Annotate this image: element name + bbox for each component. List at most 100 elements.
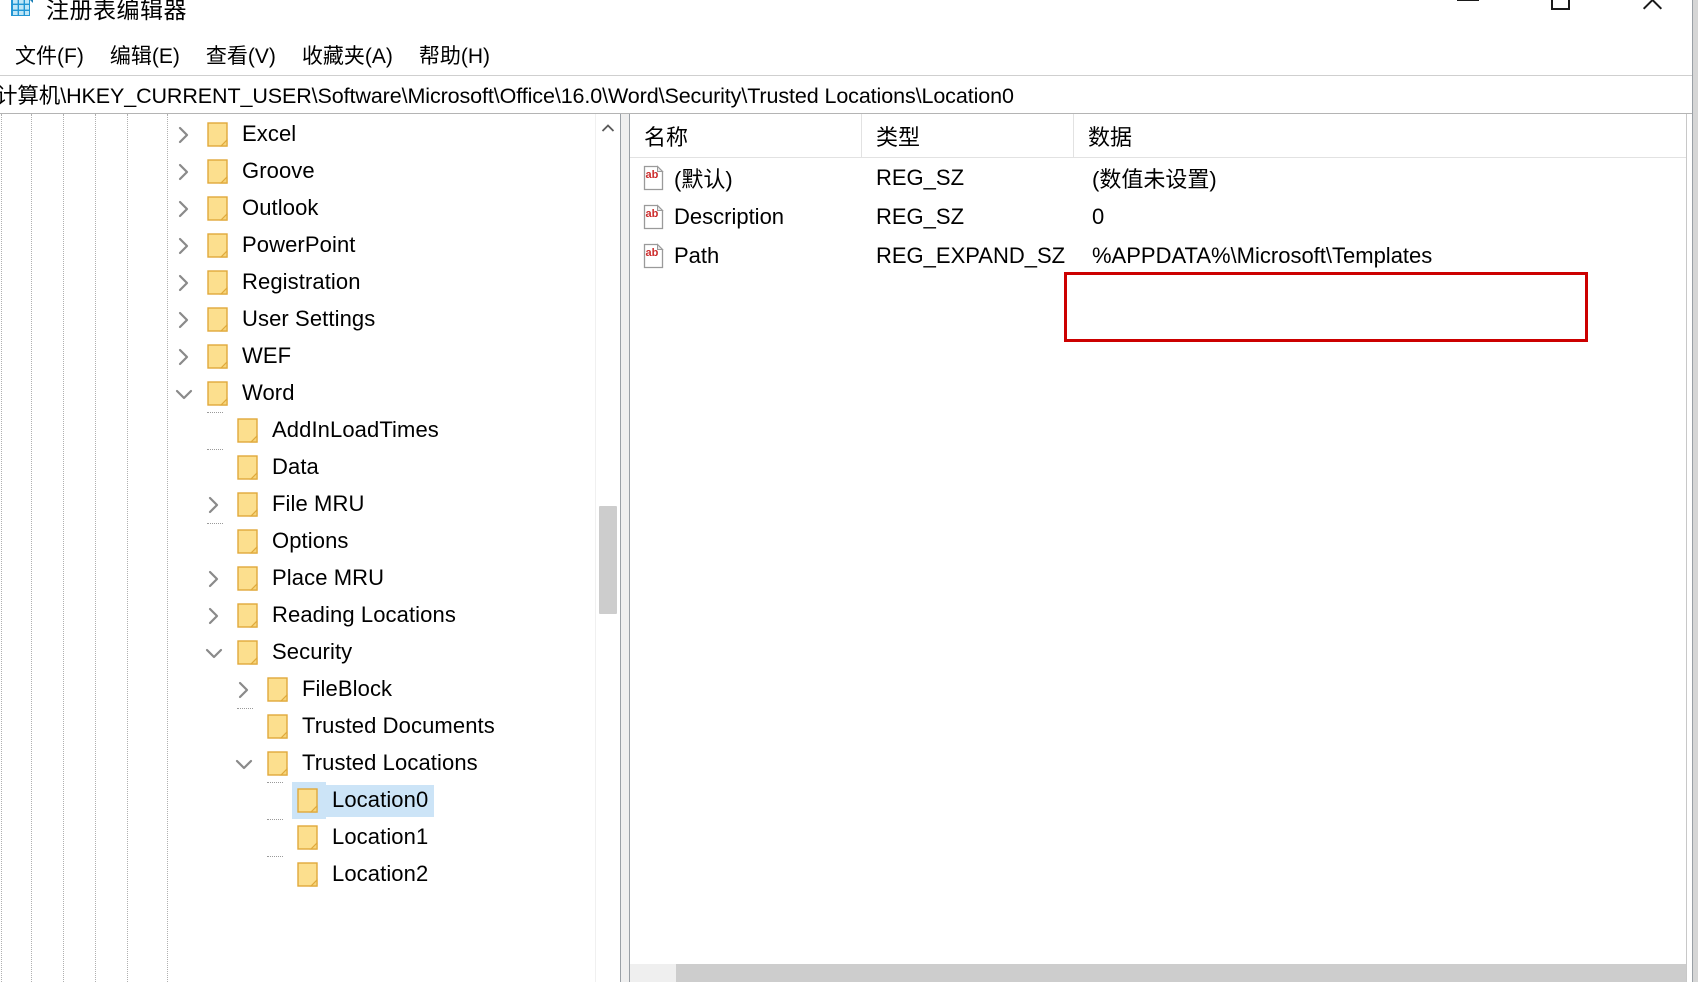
tree-item-wef[interactable]: WEF <box>0 338 595 375</box>
tree-scrollbar-thumb[interactable] <box>599 506 617 614</box>
value-data: %APPDATA%\Microsoft\Templates <box>1092 242 1433 268</box>
minimize-button[interactable] <box>1422 0 1514 28</box>
values-vertical-scrollbar[interactable] <box>1686 114 1698 982</box>
tree-item-data[interactable]: Data <box>0 449 595 486</box>
chevron-down-icon[interactable] <box>228 745 262 782</box>
tree-item-trusted-locations[interactable]: Trusted Locations <box>0 745 595 782</box>
chevron-right-icon[interactable] <box>168 264 202 301</box>
chevron-right-icon[interactable] <box>198 597 232 634</box>
values-horizontal-scrollbar[interactable] <box>630 964 1698 982</box>
tree-guide-stub <box>267 819 283 820</box>
tree-item-label: Security <box>272 638 353 664</box>
scroll-up-button[interactable] <box>596 114 619 142</box>
chevron-right-icon[interactable] <box>198 486 232 523</box>
values-hscrollbar-thumb[interactable] <box>676 964 1698 982</box>
chevron-right-icon[interactable] <box>168 190 202 227</box>
tree-item-excel[interactable]: Excel <box>0 116 595 153</box>
registry-editor-window: 注册表编辑器 文件(F) 编辑(E) 查看(V) 收藏夹(A) 帮助(H) 计算… <box>0 0 1698 982</box>
chevron-right-icon[interactable] <box>168 301 202 338</box>
title-bar: 注册表编辑器 <box>0 0 1698 36</box>
maximize-icon <box>1550 0 1570 10</box>
tree-guide-stub <box>207 412 223 413</box>
menu-favorites[interactable]: 收藏夹(A) <box>289 37 406 75</box>
folder-icon <box>262 745 296 782</box>
tree-item-label: Location2 <box>332 860 429 886</box>
value-row[interactable]: ab Path REG_EXPAND_SZ %APPDATA%\Microsoft\T… <box>630 236 1698 275</box>
minimize-icon <box>1457 0 1479 1</box>
folder-icon <box>202 338 236 375</box>
tree-item-user-settings[interactable]: User Settings <box>0 301 595 338</box>
tree-item-location1[interactable]: Location1 <box>0 819 595 856</box>
pane-splitter[interactable] <box>620 114 630 982</box>
tree-leaf-connector <box>198 412 232 449</box>
tree-item-location0[interactable]: Location0 <box>0 782 595 819</box>
values-list: ab (默认) REG_SZ (数值未设置) ab Description REG_SZ 0 a… <box>630 158 1698 964</box>
tree-item-security[interactable]: Security <box>0 634 595 671</box>
registry-tree: Excel Groove Outlook PowerPoint Registration… <box>0 114 595 893</box>
tree-item-registration[interactable]: Registration <box>0 264 595 301</box>
value-row[interactable]: ab Description REG_SZ 0 <box>630 197 1698 236</box>
chevron-right-icon[interactable] <box>168 227 202 264</box>
tree-scroll-area: Excel Groove Outlook PowerPoint Registration… <box>0 114 595 982</box>
chevron-down-icon[interactable] <box>168 375 202 412</box>
tree-item-label: Registration <box>242 268 361 294</box>
svg-text:ab: ab <box>646 208 659 220</box>
tree-item-label: Groove <box>242 157 315 183</box>
value-row[interactable]: ab (默认) REG_SZ (数值未设置) <box>630 158 1698 197</box>
folder-icon <box>232 523 266 560</box>
svg-text:ab: ab <box>646 169 659 181</box>
value-type: REG_SZ <box>876 164 965 190</box>
chevron-right-icon[interactable] <box>168 153 202 190</box>
value-data: (数值未设置) <box>1092 166 1217 192</box>
folder-icon <box>232 634 266 671</box>
chevron-right-icon[interactable] <box>228 671 262 708</box>
tree-item-outlook[interactable]: Outlook <box>0 190 595 227</box>
tree-item-options[interactable]: Options <box>0 523 595 560</box>
folder-icon <box>292 819 326 856</box>
menu-help[interactable]: 帮助(H) <box>406 37 503 75</box>
maximize-button[interactable] <box>1514 0 1606 28</box>
menu-edit[interactable]: 编辑(E) <box>97 37 193 75</box>
folder-icon <box>202 227 236 264</box>
close-button[interactable] <box>1606 0 1698 28</box>
column-header-type[interactable]: 类型 <box>862 114 1074 158</box>
menu-bar: 文件(F) 编辑(E) 查看(V) 收藏夹(A) 帮助(H) <box>0 36 1698 76</box>
tree-item-word[interactable]: Word <box>0 375 595 412</box>
tree-item-file-mru[interactable]: File MRU <box>0 486 595 523</box>
tree-item-groove[interactable]: Groove <box>0 153 595 190</box>
registry-values-pane: 名称 类型 数据 ab (默认) REG_SZ (数值未设置) ab Descriptio… <box>630 114 1698 982</box>
string-value-icon: ab <box>642 164 666 191</box>
tree-item-label: Outlook <box>242 194 319 220</box>
tree-item-trusted-documents[interactable]: Trusted Documents <box>0 708 595 745</box>
tree-item-fileblock[interactable]: FileBlock <box>0 671 595 708</box>
registry-editor-icon <box>8 0 36 22</box>
menu-file[interactable]: 文件(F) <box>2 37 97 75</box>
tree-leaf-connector <box>258 819 292 856</box>
chevron-down-icon[interactable] <box>198 634 232 671</box>
tree-vertical-scrollbar[interactable] <box>595 114 619 982</box>
menu-view[interactable]: 查看(V) <box>193 37 289 75</box>
chevron-right-icon[interactable] <box>168 116 202 153</box>
tree-item-addinloadtimes[interactable]: AddInLoadTimes <box>0 412 595 449</box>
value-data: 0 <box>1092 203 1105 229</box>
chevron-right-icon[interactable] <box>198 560 232 597</box>
chevron-right-icon[interactable] <box>168 338 202 375</box>
svg-text:ab: ab <box>646 247 659 259</box>
column-header-name[interactable]: 名称 <box>630 114 862 158</box>
annotation-rectangle <box>1064 272 1588 342</box>
column-header-data[interactable]: 数据 <box>1074 114 1698 158</box>
address-bar[interactable]: 计算机\HKEY_CURRENT_USER\Software\Microsoft… <box>0 76 1698 114</box>
tree-item-label: Data <box>272 453 319 479</box>
string-value-icon: ab <box>642 203 666 230</box>
tree-item-reading-locations[interactable]: Reading Locations <box>0 597 595 634</box>
tree-item-label: File MRU <box>272 490 365 516</box>
tree-item-powerpoint[interactable]: PowerPoint <box>0 227 595 264</box>
tree-item-place-mru[interactable]: Place MRU <box>0 560 595 597</box>
window-controls <box>1422 0 1698 28</box>
value-type: REG_EXPAND_SZ <box>876 242 1066 268</box>
tree-guide-stub <box>267 782 283 783</box>
tree-item-location2[interactable]: Location2 <box>0 856 595 893</box>
tree-guide-stub <box>207 449 223 450</box>
folder-icon <box>232 412 266 449</box>
tree-leaf-connector <box>228 708 262 745</box>
